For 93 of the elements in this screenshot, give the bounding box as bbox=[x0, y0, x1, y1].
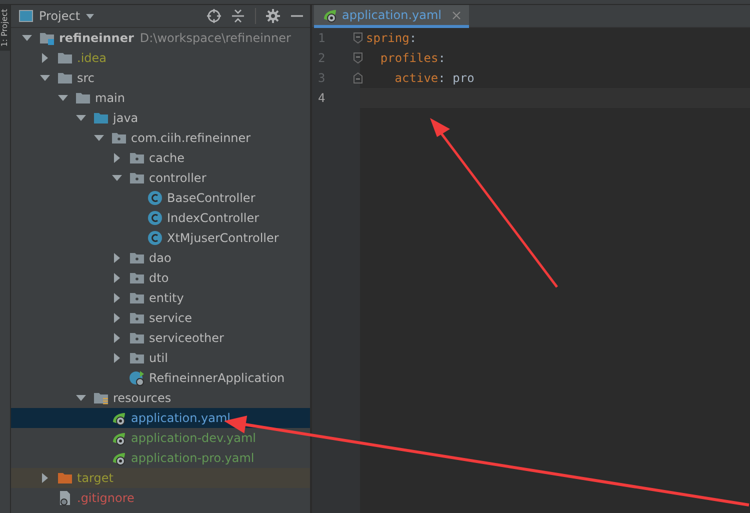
tree-row[interactable]: target bbox=[11, 468, 310, 488]
panel-title[interactable]: Project bbox=[39, 9, 80, 23]
tree-item-label: entity bbox=[149, 291, 184, 305]
tree-item-label: target bbox=[77, 471, 114, 485]
tree-row[interactable]: resources bbox=[11, 388, 310, 408]
tree-item-label: com.ciih.refineinner bbox=[131, 131, 251, 145]
tree-row[interactable]: entity bbox=[11, 288, 310, 308]
tree-row[interactable]: serviceother bbox=[11, 328, 310, 348]
path-hint: D:\workspace\refineinner bbox=[140, 31, 291, 45]
tree-item-label: .gitignore bbox=[77, 491, 134, 505]
tree-item-label: controller bbox=[149, 171, 206, 185]
resources-folder-icon bbox=[93, 390, 109, 406]
fold-marker-icon[interactable] bbox=[353, 52, 363, 64]
tree-item-label: service bbox=[149, 311, 192, 325]
class-icon bbox=[147, 210, 163, 226]
tree-item-label: util bbox=[149, 351, 168, 365]
leaf-gear-icon bbox=[111, 430, 127, 446]
class-icon bbox=[147, 230, 163, 246]
tree-row[interactable]: BaseController bbox=[11, 188, 310, 208]
tree-item-label: RefineinnerApplication bbox=[149, 371, 285, 385]
close-icon[interactable] bbox=[452, 10, 460, 20]
package-folder-icon bbox=[129, 170, 145, 186]
package-folder-icon bbox=[129, 350, 145, 366]
tree-row[interactable]: com.ciih.refineinner bbox=[11, 128, 310, 148]
tree-row[interactable]: util bbox=[11, 348, 310, 368]
side-tool-tab[interactable]: 1: Project bbox=[0, 5, 10, 51]
collapse-all-icon[interactable] bbox=[231, 9, 245, 23]
tree-item-label: src bbox=[77, 71, 95, 85]
tree-item-label: resources bbox=[113, 391, 172, 405]
fold-marker-icon[interactable] bbox=[353, 72, 363, 84]
tree-row[interactable]: controller bbox=[11, 168, 310, 188]
locate-target-icon[interactable] bbox=[207, 9, 221, 23]
package-folder-icon bbox=[129, 270, 145, 286]
class-icon bbox=[147, 190, 163, 206]
tree-item-label: BaseController bbox=[167, 191, 256, 205]
line-number: 4 bbox=[318, 90, 326, 107]
tree-row[interactable]: cache bbox=[11, 148, 310, 168]
module-folder-icon bbox=[39, 30, 55, 46]
package-folder-icon bbox=[129, 250, 145, 266]
fold-marker-icon[interactable] bbox=[353, 32, 363, 44]
editor-tab[interactable]: application.yaml bbox=[314, 5, 468, 28]
yaml-key: profiles bbox=[380, 51, 438, 65]
yaml-key: active bbox=[394, 71, 438, 85]
tree-row[interactable]: dao bbox=[11, 248, 310, 268]
leaf-gear-icon bbox=[322, 7, 338, 23]
file-icon bbox=[57, 490, 73, 506]
yaml-value: pro bbox=[452, 71, 474, 85]
tree-item-label: dao bbox=[149, 251, 172, 265]
colon: : bbox=[409, 31, 417, 45]
tree-row[interactable]: service bbox=[11, 308, 310, 328]
tree-item-label: .idea bbox=[77, 51, 107, 65]
tree-row[interactable]: XtMjuserController bbox=[11, 228, 310, 248]
folder-icon bbox=[57, 70, 73, 86]
folder-icon bbox=[57, 50, 73, 66]
package-folder-icon bbox=[129, 150, 145, 166]
folder-icon bbox=[57, 470, 73, 486]
yaml-key: spring bbox=[366, 31, 410, 45]
tree-item-label: IndexController bbox=[167, 211, 260, 225]
tree-item-label: application-dev.yaml bbox=[131, 431, 256, 445]
tree-row[interactable]: IndexController bbox=[11, 208, 310, 228]
tree-row[interactable]: application-pro.yaml bbox=[11, 448, 310, 468]
project-view-icon bbox=[19, 10, 33, 22]
tree-item-label: cache bbox=[149, 151, 185, 165]
package-folder-icon bbox=[111, 130, 127, 146]
leaf-gear-icon bbox=[111, 410, 127, 426]
tree-row[interactable]: application-dev.yaml bbox=[11, 428, 310, 448]
tree-row[interactable]: src bbox=[11, 68, 310, 88]
source-folder-icon bbox=[93, 110, 109, 126]
tree-item-label: dto bbox=[149, 271, 169, 285]
package-folder-icon bbox=[129, 310, 145, 326]
dropdown-caret-icon[interactable] bbox=[86, 14, 94, 18]
folder-icon bbox=[75, 90, 91, 106]
package-folder-icon bbox=[129, 330, 145, 346]
tree-item-label: serviceother bbox=[149, 331, 224, 345]
tree-item-label: application-pro.yaml bbox=[131, 451, 254, 465]
settings-icon[interactable] bbox=[266, 9, 280, 23]
spring-class-icon bbox=[129, 370, 145, 386]
tree-row[interactable]: main bbox=[11, 88, 310, 108]
tree-row[interactable]: java bbox=[11, 108, 310, 128]
tree-row[interactable]: RefineinnerApplication bbox=[11, 368, 310, 388]
colon: : bbox=[438, 71, 446, 85]
leaf-gear-icon bbox=[111, 450, 127, 466]
tree-item-label: main bbox=[95, 91, 125, 105]
colon: : bbox=[438, 51, 446, 65]
tree-row[interactable]: dto bbox=[11, 268, 310, 288]
package-folder-icon bbox=[129, 290, 145, 306]
tree-item-label: XtMjuserController bbox=[167, 231, 279, 245]
tree-item-label: java bbox=[113, 111, 138, 125]
tree-item-label: refineinner bbox=[59, 31, 134, 45]
tree-row[interactable]: refineinner D:\workspace\refineinner bbox=[11, 28, 310, 48]
tree-item-label: application.yaml bbox=[131, 411, 230, 425]
tree-row[interactable]: .idea bbox=[11, 48, 310, 68]
tree-row[interactable]: application.yaml bbox=[11, 408, 310, 428]
